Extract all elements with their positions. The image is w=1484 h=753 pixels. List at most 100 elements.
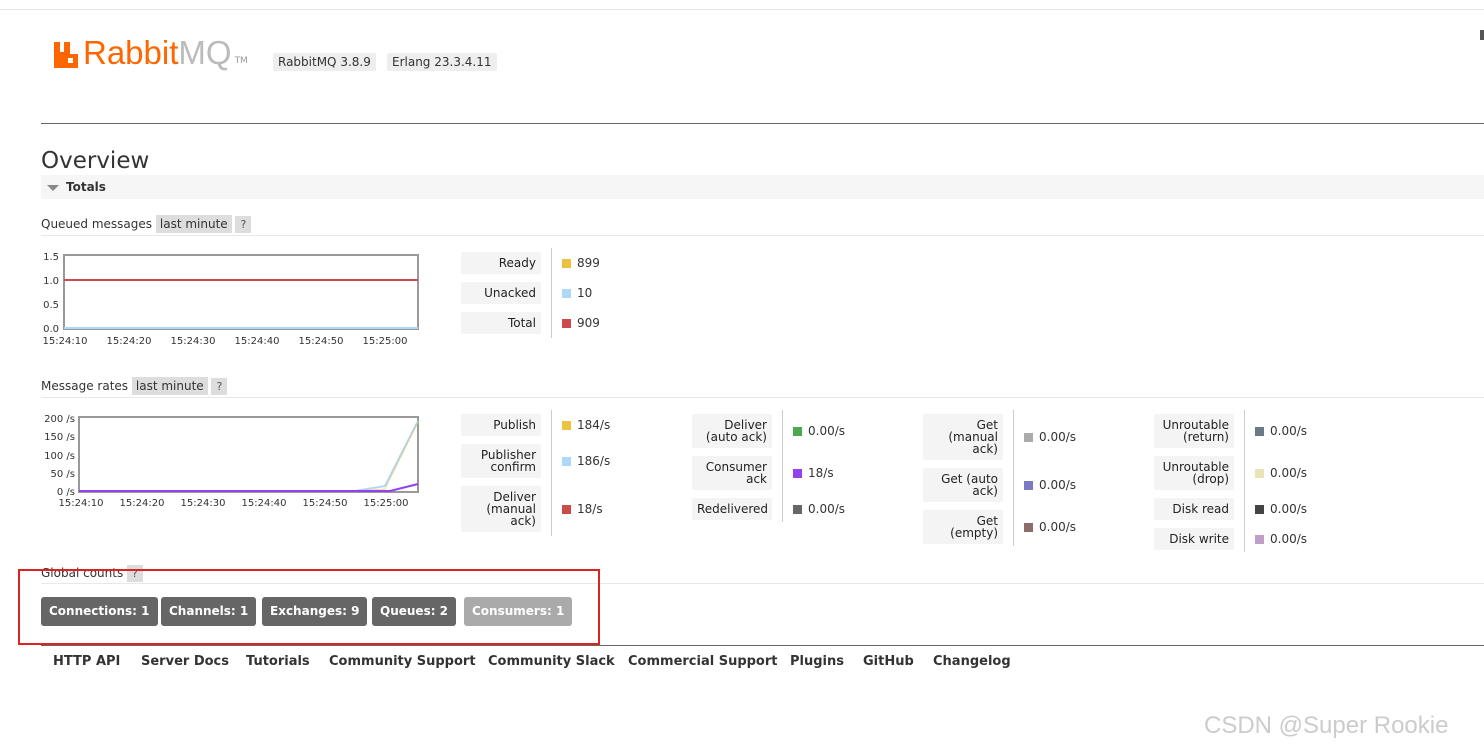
consumer-ack-swatch	[793, 468, 802, 478]
rates-x-tick: 15:24:50	[303, 498, 348, 509]
queued-y-tick: 0.0	[43, 324, 59, 335]
legend-label-get-manual-ack: Get (manual ack)	[923, 414, 1003, 460]
queued-x-tick: 15:24:40	[235, 336, 280, 347]
ready-value: 899	[577, 256, 600, 270]
unroutable-drop-value: 0.00/s	[1270, 466, 1308, 480]
legend-value-disk-write: 0.00/s	[1255, 532, 1307, 546]
legend-value-unacked: 10	[562, 286, 592, 300]
legend-separator	[1013, 410, 1014, 546]
legend-label-unacked: Unacked	[461, 282, 541, 304]
footer-link-github[interactable]: GitHub	[863, 654, 914, 669]
legend-label-unroutable-drop: Unroutable (drop)	[1154, 456, 1234, 490]
top-border	[0, 9, 1484, 10]
legend-label-deliver-auto-ack: Deliver (auto ack)	[692, 414, 772, 448]
redelivered-value: 0.00/s	[808, 502, 846, 516]
legend-separator	[782, 410, 783, 522]
logo-brand: Rabbit	[83, 34, 179, 71]
legend-value-unroutable-drop: 0.00/s	[1255, 466, 1307, 480]
disk-write-swatch	[1255, 534, 1264, 544]
legend-value-get-auto-ack: 0.00/s	[1024, 478, 1076, 492]
logo-mq: MQ	[178, 34, 232, 71]
legend-value-disk-read: 0.00/s	[1255, 502, 1307, 516]
legend-value-total: 909	[562, 316, 600, 330]
deliver-auto-ack-swatch	[793, 426, 802, 436]
footer-link-community-slack[interactable]: Community Slack	[488, 654, 615, 669]
rates-divider	[41, 397, 1484, 398]
queued-range-selector[interactable]: last minute	[155, 215, 232, 233]
total-value: 909	[577, 316, 600, 330]
footer-link-plugins[interactable]: Plugins	[790, 654, 844, 669]
logo-tm: TM	[234, 56, 248, 66]
queued-help-button[interactable]: ?	[235, 216, 252, 233]
legend-label-redelivered: Redelivered	[692, 498, 772, 520]
total-swatch	[562, 318, 571, 328]
rates-x-tick: 15:25:00	[364, 498, 409, 509]
unroutable-drop-swatch	[1255, 468, 1264, 478]
publish-value: 184/s	[577, 418, 611, 432]
get-auto-ack-value: 0.00/s	[1039, 478, 1077, 492]
queued-x-tick: 15:24:30	[171, 336, 216, 347]
legend-label-get-auto-ack: Get (auto ack)	[923, 468, 1003, 502]
unroutable-return-value: 0.00/s	[1270, 424, 1308, 438]
footer-link-server-docs[interactable]: Server Docs	[141, 654, 229, 669]
message-rates-chart: 200 /s 150 /s 100 /s 50 /s 0 /s 15:24:10…	[44, 414, 419, 509]
footer-link-tutorials[interactable]: Tutorials	[246, 654, 310, 669]
watermark: CSDN @Super Rookie	[1204, 712, 1449, 739]
legend-value-get-manual-ack: 0.00/s	[1024, 430, 1076, 444]
rates-y-tick: 100 /s	[44, 451, 75, 462]
rates-x-tick: 15:24:30	[181, 498, 226, 509]
legend-value-ready: 899	[562, 256, 600, 270]
legend-label-consumer-ack: Consumer ack	[692, 456, 772, 490]
disk-write-value: 0.00/s	[1270, 532, 1308, 546]
get-empty-value: 0.00/s	[1039, 520, 1077, 534]
queued-x-tick: 15:24:10	[43, 336, 88, 347]
rates-chart-frame	[78, 416, 419, 493]
queued-messages-heading: Queued messages last minute ?	[41, 215, 252, 233]
queued-messages-title: Queued messages	[41, 217, 153, 231]
message-rates-title: Message rates	[41, 379, 129, 393]
message-rates-heading: Message rates last minute ?	[41, 377, 228, 395]
queued-x-tick: 15:25:00	[363, 336, 408, 347]
header-divider	[41, 123, 1484, 124]
rates-x-tick: 15:24:40	[242, 498, 287, 509]
unroutable-return-swatch	[1255, 426, 1264, 436]
scroll-marker	[1480, 30, 1484, 40]
collapse-triangle-icon[interactable]	[47, 185, 59, 191]
legend-value-redelivered: 0.00/s	[793, 502, 845, 516]
legend-label-ready: Ready	[461, 252, 541, 274]
rates-y-tick: 150 /s	[44, 432, 75, 443]
legend-value-unroutable-return: 0.00/s	[1255, 424, 1307, 438]
get-manual-ack-value: 0.00/s	[1039, 430, 1077, 444]
footer-link-http-api[interactable]: HTTP API	[53, 654, 120, 669]
legend-value-get-empty: 0.00/s	[1024, 520, 1076, 534]
legend-label-disk-read: Disk read	[1154, 498, 1234, 520]
rates-help-button[interactable]: ?	[211, 378, 228, 395]
rabbitmq-logo[interactable]: Rabbit MQ TM	[52, 36, 248, 70]
footer-link-community-support[interactable]: Community Support	[329, 654, 476, 669]
rates-y-tick: 50 /s	[51, 469, 75, 480]
totals-section-label[interactable]: Totals	[66, 180, 106, 194]
rates-x-tick: 15:24:20	[120, 498, 165, 509]
disk-read-swatch	[1255, 504, 1264, 514]
queued-y-tick: 1.5	[43, 252, 59, 263]
ready-swatch	[562, 258, 571, 268]
get-empty-swatch	[1024, 522, 1033, 532]
footer-link-commercial-support[interactable]: Commercial Support	[628, 654, 778, 669]
legend-label-get-empty: Get (empty)	[923, 510, 1003, 544]
legend-label-unroutable-return: Unroutable (return)	[1154, 414, 1234, 448]
deliver-manual-ack-value: 18/s	[577, 502, 603, 516]
disk-read-value: 0.00/s	[1270, 502, 1308, 516]
deliver-auto-ack-value: 0.00/s	[808, 424, 846, 438]
redelivered-swatch	[793, 504, 802, 514]
footer-link-changelog[interactable]: Changelog	[933, 654, 1011, 669]
rabbitmq-version-badge: RabbitMQ 3.8.9	[273, 53, 376, 71]
queued-x-tick: 15:24:20	[107, 336, 152, 347]
queued-chart-frame	[63, 254, 419, 330]
legend-label-publisher-confirm: Publisher confirm	[461, 444, 541, 478]
highlight-annotation-box	[18, 569, 600, 645]
rates-y-tick: 0 /s	[57, 487, 75, 498]
get-auto-ack-swatch	[1024, 480, 1033, 490]
queued-y-tick: 0.5	[43, 300, 59, 311]
totals-section-bar[interactable]	[41, 175, 1484, 199]
rates-range-selector[interactable]: last minute	[131, 377, 208, 395]
